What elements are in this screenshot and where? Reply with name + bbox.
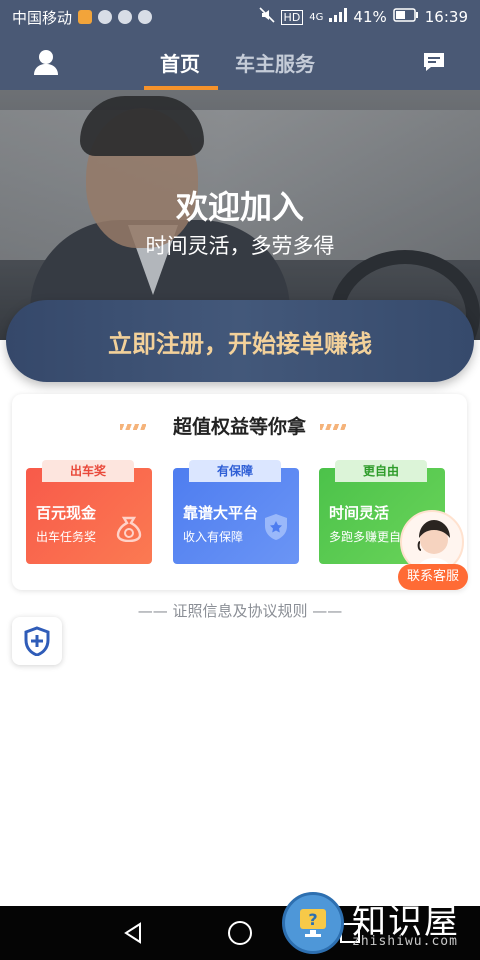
back-icon[interactable] <box>122 922 144 944</box>
register-button[interactable]: 立即注册，开始接单赚钱 <box>6 300 474 382</box>
mute-icon <box>258 7 275 27</box>
hero-subtitle: 时间灵活，多劳多得 <box>145 234 335 258</box>
money-bag-icon <box>114 512 144 543</box>
message-icon[interactable] <box>422 50 446 74</box>
watermark-logo-icon: ? <box>282 892 344 954</box>
title-decoration-right <box>320 424 346 430</box>
shield-star-icon <box>261 512 291 542</box>
hero-title: 欢迎加入 <box>175 188 304 226</box>
license-and-agreement-link[interactable]: —— 证照信息及协议规则 —— <box>0 600 480 621</box>
settings-notification-icon <box>138 10 153 24</box>
map-notification-icon <box>118 10 133 24</box>
hd-badge: HD <box>280 9 304 25</box>
carrier-label: 中国移动 <box>12 8 73 27</box>
status-bar: 中国移动 HD 4G 41% 16:39 <box>0 0 480 34</box>
top-nav-bar: 首页 车主服务 <box>0 34 480 90</box>
customer-service-button[interactable]: 联系客服 <box>398 510 468 592</box>
watermark-url: zhishiwu.com <box>352 934 458 949</box>
benefit-subtitle: 出车任务奖 <box>36 530 97 544</box>
chat-notification-icon <box>98 10 113 24</box>
benefit-title: 靠谱大平台 <box>183 504 259 522</box>
tab-owner-services[interactable]: 车主服务 <box>235 48 315 77</box>
benefits-title: 超值权益等你拿 <box>172 416 306 438</box>
home-icon[interactable] <box>228 921 252 945</box>
network-label: 4G <box>309 11 324 23</box>
safety-shield-button[interactable] <box>12 617 62 665</box>
clock-time: 16:39 <box>424 8 468 26</box>
tab-home[interactable]: 首页 <box>160 48 200 77</box>
benefit-tag: 有保障 <box>189 460 281 482</box>
signal-icon <box>329 8 348 26</box>
benefit-card-platform[interactable]: 有保障 靠谱大平台 收入有保障 <box>173 460 299 564</box>
user-icon[interactable] <box>32 48 60 76</box>
benefit-subtitle: 收入有保障 <box>183 530 244 544</box>
app-notification-icon <box>78 10 93 24</box>
register-button-label: 立即注册，开始接单赚钱 <box>108 329 372 358</box>
benefit-title: 时间灵活 <box>329 504 390 522</box>
battery-icon <box>393 8 419 26</box>
benefit-card-cash[interactable]: 出车奖 百元现金 出车任务奖 <box>26 460 152 564</box>
benefit-tag: 出车奖 <box>42 460 134 482</box>
customer-service-label: 联系客服 <box>398 564 468 590</box>
svg-text:?: ? <box>308 910 317 929</box>
shield-plus-icon <box>24 626 50 656</box>
battery-percent: 41% <box>353 8 387 26</box>
benefit-tag: 更自由 <box>335 460 427 482</box>
benefit-title: 百元现金 <box>36 504 97 522</box>
